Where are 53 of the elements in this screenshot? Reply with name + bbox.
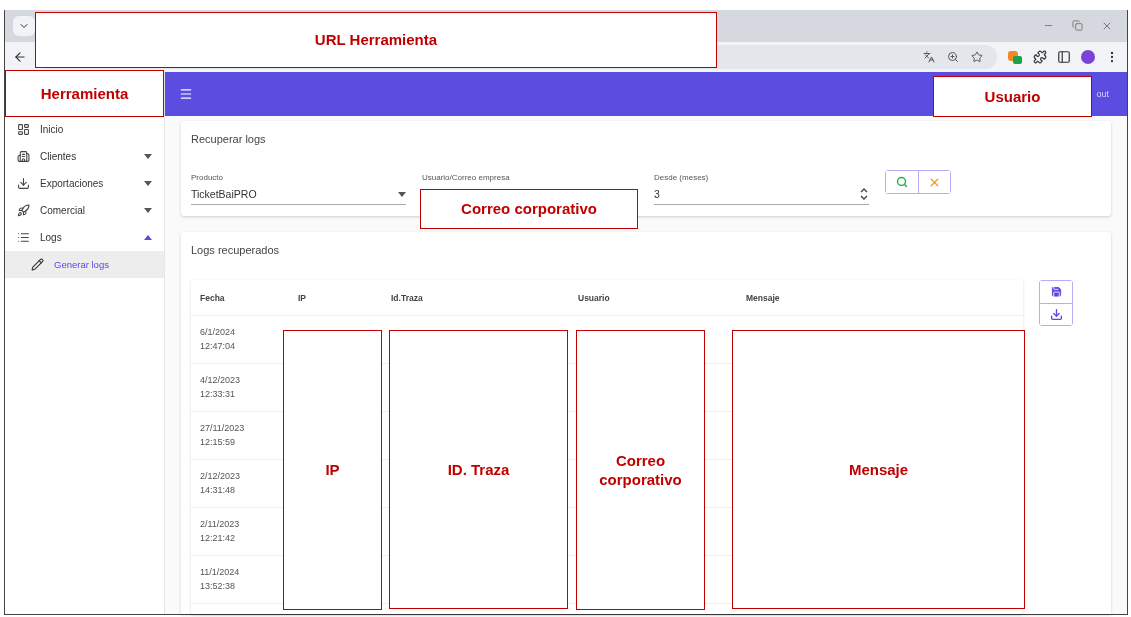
date-cell-text: 2/12/2023 14:31:48 xyxy=(199,469,242,497)
field-label: Usuario/Correo empresa xyxy=(422,173,511,182)
date-cell-text: 6/1/2024 12:47:04 xyxy=(199,325,237,353)
select-field[interactable]: Producto TicketBaiPRO xyxy=(191,173,406,205)
nav-item[interactable]: Logs xyxy=(5,224,164,251)
user-text: out xyxy=(1096,89,1109,99)
close-icon[interactable] xyxy=(1101,20,1113,32)
caret-icon xyxy=(398,191,406,197)
nav-subitem[interactable]: Generar logs xyxy=(5,251,164,278)
annotation-label: URL Herramienta xyxy=(35,12,717,68)
translate-icon[interactable] xyxy=(923,51,935,63)
tab-list-button[interactable] xyxy=(13,16,35,36)
column-header: Fecha xyxy=(199,292,226,303)
column-header: Usuario xyxy=(577,292,611,303)
column-header: IP xyxy=(297,292,308,303)
pencil-icon xyxy=(31,258,44,271)
star-icon[interactable] xyxy=(971,51,983,63)
annotation-label: Mensaje xyxy=(732,330,1025,609)
annotation-label: Correo corporativo xyxy=(576,330,705,610)
download-button[interactable] xyxy=(1040,302,1072,325)
date-cell-text: 4/12/2023 12:33:31 xyxy=(199,373,242,401)
restore-icon[interactable] xyxy=(1072,20,1083,31)
annotation-label: IP xyxy=(283,330,382,610)
extension-icon[interactable] xyxy=(1007,49,1023,65)
profile-avatar[interactable] xyxy=(1081,50,1095,64)
side-panel-icon[interactable] xyxy=(1057,50,1071,64)
download-icon xyxy=(1049,307,1063,321)
puzzle-icon[interactable] xyxy=(1033,50,1047,64)
nav-icon xyxy=(17,204,30,217)
date-cell-text: 27/11/2023 12:15:59 xyxy=(199,421,246,449)
card-title: Logs recuperados xyxy=(191,244,281,256)
annotation-label: Usuario xyxy=(933,76,1092,117)
back-icon[interactable] xyxy=(13,50,27,64)
zoom-icon[interactable] xyxy=(947,51,959,63)
spinner-icon xyxy=(859,186,869,202)
input-field[interactable]: Desde (meses) 3 xyxy=(654,173,869,205)
date-cell-text: 2/11/2023 12:21:42 xyxy=(199,517,241,545)
nav-icon xyxy=(17,150,30,163)
annotation-label: ID. Traza xyxy=(389,330,568,609)
date-cell-text: 11/1/2024 13:52:38 xyxy=(199,565,241,593)
column-header: Mensaje xyxy=(745,292,781,303)
nav-item[interactable]: Exportaciones xyxy=(5,170,164,197)
card-title: Recuperar logs xyxy=(191,133,267,145)
nav-icon xyxy=(17,123,30,136)
nav-item[interactable]: Inicio xyxy=(5,116,164,143)
annotation-label: Herramienta xyxy=(5,70,164,117)
nav-item[interactable]: Clientes xyxy=(5,143,164,170)
nav-icon xyxy=(17,231,30,244)
annotation-label: Correo corporativo xyxy=(420,189,638,229)
nav-icon xyxy=(17,177,30,190)
search-icon xyxy=(896,176,908,188)
nav-item[interactable]: Comercial xyxy=(5,197,164,224)
column-header: Id.Traza xyxy=(390,292,424,303)
